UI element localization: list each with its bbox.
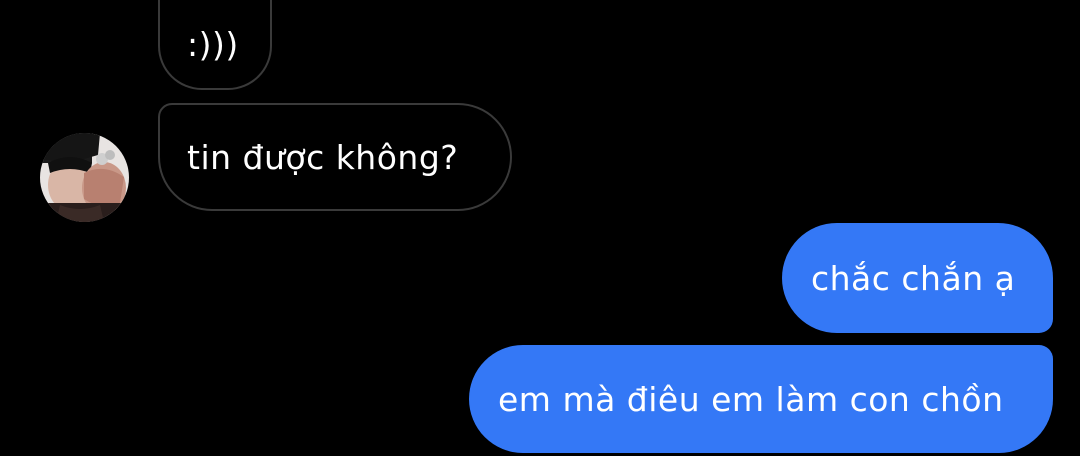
outgoing-message-bubble[interactable]: em mà điêu em làm con chồn [469, 345, 1053, 453]
outgoing-message-bubble[interactable]: chắc chắn ạ [782, 223, 1053, 333]
sender-avatar[interactable] [40, 133, 129, 222]
incoming-message-bubble[interactable]: :))) [158, 0, 272, 90]
message-text: :))) [187, 24, 239, 64]
message-text: em mà điêu em làm con chồn [498, 379, 1004, 419]
profile-photo-icon [40, 133, 129, 222]
message-text: tin được không? [187, 137, 459, 177]
message-text: chắc chắn ạ [811, 258, 1016, 298]
incoming-message-bubble[interactable]: tin được không? [158, 103, 512, 211]
